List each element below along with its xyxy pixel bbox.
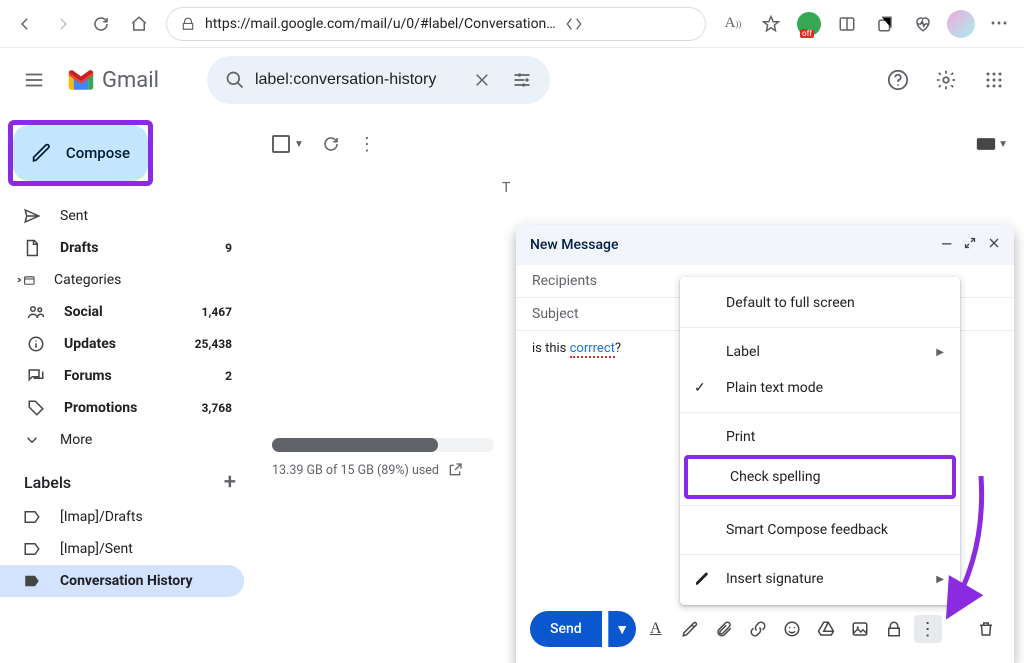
address-bar[interactable]: https://mail.google.com/mail/u/0/#label/…	[166, 7, 706, 41]
nav-updates[interactable]: Updates 25,438	[0, 328, 244, 360]
main-menu-button[interactable]	[10, 56, 58, 104]
nav-more[interactable]: More	[0, 424, 244, 456]
search-input[interactable]	[255, 71, 462, 89]
tab-indicator: T	[272, 168, 1008, 208]
send-icon	[22, 206, 42, 226]
chevron-down-icon	[22, 430, 42, 450]
menu-default-fullscreen[interactable]: Default to full screen	[680, 285, 960, 321]
split-screen-button[interactable]	[830, 7, 864, 41]
add-label-button[interactable]: +	[224, 470, 236, 495]
confidential-button[interactable]	[880, 615, 908, 643]
compose-label: Compose	[66, 144, 130, 162]
compose-highlight: Compose	[8, 120, 153, 186]
menu-insert-signature[interactable]: Insert signature▶	[680, 561, 960, 597]
browser-menu-button[interactable]: ⋯	[982, 7, 1016, 41]
labels-header: Labels +	[0, 456, 256, 501]
emoji-button[interactable]	[778, 615, 806, 643]
nav-sent[interactable]: Sent	[0, 200, 244, 232]
hz-icon	[566, 16, 582, 32]
formatting-button[interactable]: A	[642, 615, 670, 643]
category-expand-icon	[16, 270, 36, 290]
compose-title: New Message	[530, 237, 618, 253]
browser-toolbar: https://mail.google.com/mail/u/0/#label/…	[0, 0, 1024, 48]
nav-forums[interactable]: Forums 2	[0, 360, 244, 392]
check-icon: ✓	[694, 380, 706, 396]
gmail-logo[interactable]: Gmail	[66, 68, 159, 93]
refresh-button[interactable]	[84, 7, 118, 41]
menu-smart-compose-feedback[interactable]: Smart Compose feedback	[680, 512, 960, 548]
input-tools-button[interactable]: ▼	[976, 137, 1008, 151]
refresh-list-button[interactable]	[322, 135, 340, 153]
nav-drafts[interactable]: Drafts 9	[0, 232, 244, 264]
clear-search-button[interactable]	[462, 60, 502, 100]
nav-social[interactable]: Social 1,467	[0, 296, 244, 328]
discard-button[interactable]	[972, 615, 1000, 643]
label-icon	[22, 507, 42, 527]
back-button[interactable]	[8, 7, 42, 41]
search-options-button[interactable]	[502, 60, 542, 100]
url-text: https://mail.google.com/mail/u/0/#label/…	[205, 16, 556, 32]
read-aloud-button[interactable]: A))	[716, 7, 750, 41]
label-icon	[22, 539, 42, 559]
menu-label[interactable]: Label▶	[680, 334, 960, 370]
menu-print[interactable]: Print	[680, 419, 960, 455]
compose-header[interactable]: New Message —	[516, 225, 1014, 265]
info-icon	[26, 334, 46, 354]
compose-footer: Send ▼ A ⋮	[516, 601, 1014, 663]
gmail-header: Gmail	[0, 48, 1024, 112]
more-options-menu: Default to full screen Label▶ ✓Plain tex…	[680, 277, 960, 605]
link-button[interactable]	[744, 615, 772, 643]
forum-icon	[26, 366, 46, 386]
favorite-button[interactable]	[754, 7, 788, 41]
compose-window: New Message — Recipients Subject is this…	[516, 225, 1014, 663]
tag-icon	[26, 398, 46, 418]
menu-check-spelling[interactable]: Check spelling	[688, 459, 952, 495]
menu-plain-text[interactable]: ✓Plain text mode	[680, 370, 960, 406]
search-bar[interactable]	[207, 56, 550, 104]
label-conversation-history[interactable]: Conversation History	[0, 565, 244, 597]
collections-button[interactable]	[868, 7, 902, 41]
extension-cm-icon[interactable]	[792, 7, 826, 41]
select-checkbox[interactable]: ▼	[272, 135, 304, 153]
more-options-button[interactable]: ⋮	[914, 615, 942, 643]
image-button[interactable]	[846, 615, 874, 643]
home-button[interactable]	[122, 7, 156, 41]
support-button[interactable]	[878, 60, 918, 100]
nav-categories[interactable]: Categories	[0, 264, 244, 296]
label-icon	[22, 571, 42, 591]
list-toolbar: ▼ ⋮ ▼	[272, 120, 1008, 168]
drive-button[interactable]	[812, 615, 840, 643]
attach-button[interactable]	[710, 615, 738, 643]
close-compose-button[interactable]	[988, 237, 1000, 253]
nav-promotions[interactable]: Promotions 3,768	[0, 392, 244, 424]
draft-icon	[22, 238, 42, 258]
apps-button[interactable]	[974, 60, 1014, 100]
search-icon[interactable]	[215, 60, 255, 100]
compose-button[interactable]: Compose	[13, 125, 148, 181]
gmail-logo-text: Gmail	[102, 68, 159, 93]
more-list-button[interactable]: ⋮	[358, 134, 376, 155]
label-imap-sent[interactable]: [Imap]/Sent	[0, 533, 244, 565]
signature-pen-icon	[694, 571, 710, 587]
people-icon	[26, 302, 46, 322]
gmail-logo-icon	[66, 69, 96, 91]
fullscreen-button[interactable]	[964, 237, 976, 253]
horizontal-scrollbar[interactable]	[272, 438, 494, 452]
send-button[interactable]: Send	[530, 611, 602, 647]
send-options-button[interactable]: ▼	[608, 611, 636, 647]
pen-button[interactable]	[676, 615, 704, 643]
forward-button[interactable]	[46, 7, 80, 41]
label-imap-drafts[interactable]: [Imap]/Drafts	[0, 501, 244, 533]
open-link-icon[interactable]	[447, 462, 463, 478]
sidebar: Compose Sent Drafts 9 Categories Social …	[0, 112, 256, 663]
minimize-button[interactable]: —	[941, 237, 952, 253]
check-spelling-highlight: Check spelling	[684, 455, 956, 499]
settings-button[interactable]	[926, 60, 966, 100]
lock-icon	[181, 17, 195, 31]
misspelled-word[interactable]: corrrect	[570, 341, 615, 358]
health-icon[interactable]	[906, 7, 940, 41]
pencil-icon	[31, 142, 52, 164]
profile-avatar[interactable]	[944, 7, 978, 41]
